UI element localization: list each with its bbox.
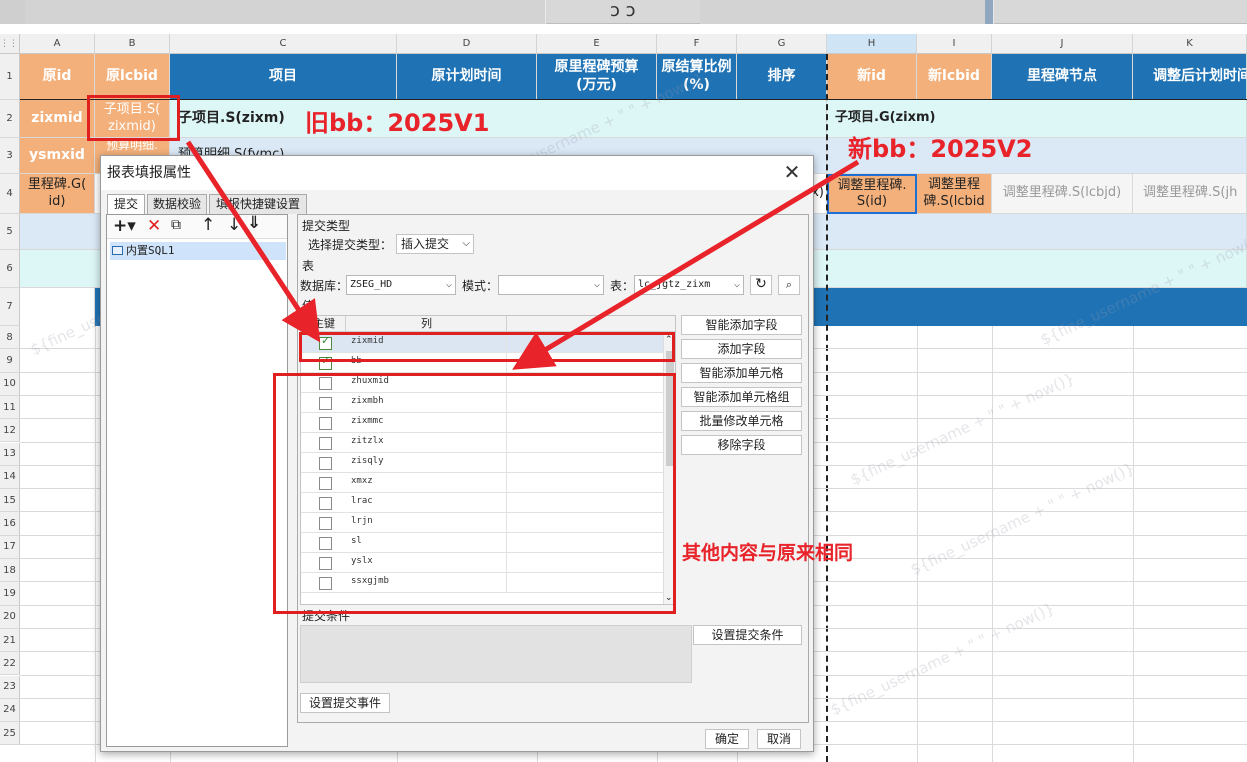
annotation-arrows (185, 140, 860, 370)
arrow-old-to-zixmid (185, 140, 321, 343)
arrow-new-to-fields (512, 159, 860, 370)
